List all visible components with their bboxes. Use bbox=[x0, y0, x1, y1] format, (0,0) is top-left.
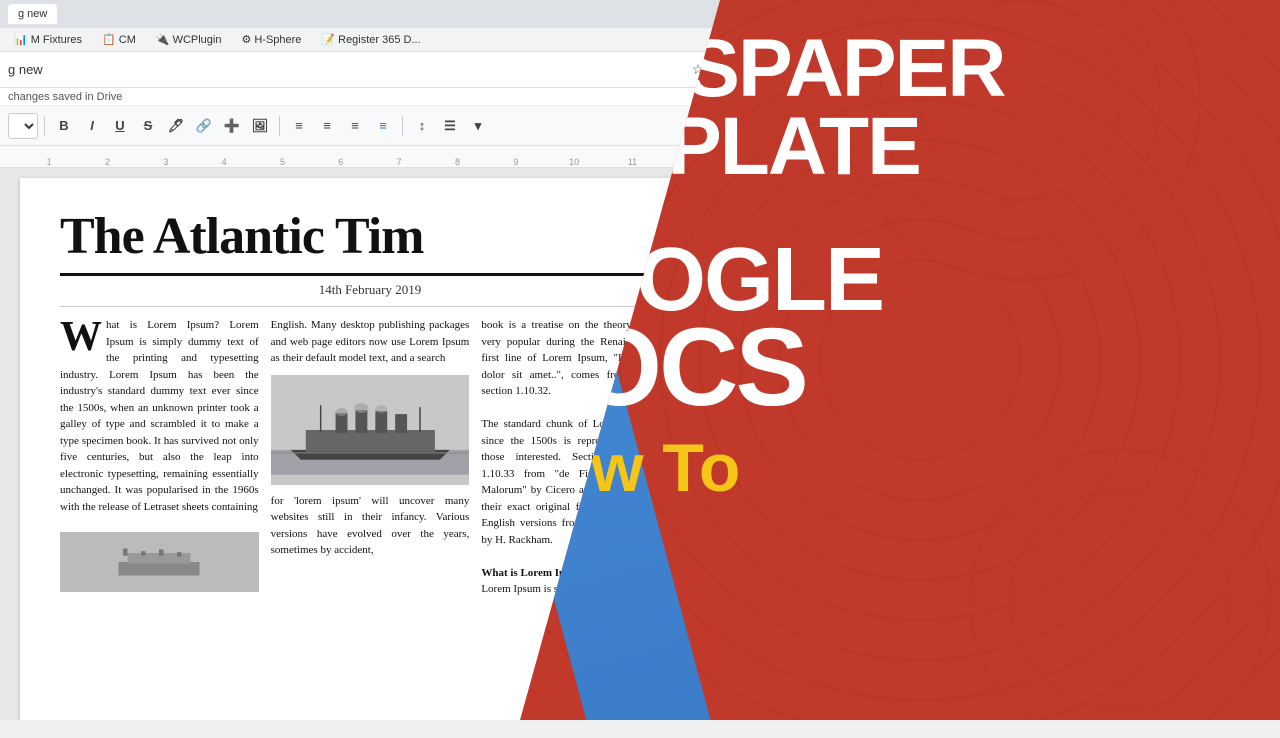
font-select[interactable] bbox=[8, 113, 38, 139]
bookmark-icon: 📊 bbox=[14, 33, 28, 46]
strikethrough-button[interactable]: S bbox=[135, 113, 161, 139]
bold-button[interactable]: B bbox=[51, 113, 77, 139]
column-1: What is Lorem Ipsum? Lorem Ipsum is simp… bbox=[60, 317, 259, 598]
underline-button[interactable]: U bbox=[107, 113, 133, 139]
bookmark-hsphere[interactable]: ⚙ H-Sphere bbox=[235, 31, 307, 48]
chevron-down-icon[interactable]: ▾ bbox=[465, 113, 491, 139]
docs-title-bar: g new ☆ 📁 bbox=[0, 52, 740, 88]
insert-button[interactable]: ➕ bbox=[219, 113, 245, 139]
align-left-button[interactable]: ≡ bbox=[286, 113, 312, 139]
ruler-numbers: 1 2 3 4 5 6 7 8 9 10 11 12 bbox=[20, 157, 720, 167]
align-right-button[interactable]: ≡ bbox=[342, 113, 368, 139]
bookmark-icon: ⚙ bbox=[241, 33, 251, 46]
bookmark-bar: 📊 M Fixtures 📋 CM 🔌 WCPlugin ⚙ H-Sphere … bbox=[0, 28, 740, 52]
bookmark-icon: 🔌 bbox=[156, 33, 170, 46]
highlight-button[interactable]: 🖊 bbox=[163, 113, 189, 139]
col2-bottom-text: for 'lorem ipsum' will uncover many webs… bbox=[271, 495, 470, 557]
newspaper-date: 14th February 2019 bbox=[60, 282, 680, 307]
bookmark-register365[interactable]: 📝 Register 365 D... bbox=[315, 31, 426, 48]
browser-tab[interactable]: g new bbox=[8, 4, 57, 24]
doc-title[interactable]: g new bbox=[8, 62, 684, 77]
column-2: English. Many desktop publishing package… bbox=[271, 317, 470, 598]
bookmark-icon: 📝 bbox=[321, 33, 335, 46]
ruler: 1 2 3 4 5 6 7 8 9 10 11 12 bbox=[0, 146, 740, 168]
align-center-button[interactable]: ≡ bbox=[314, 113, 340, 139]
image-button[interactable]: 🖼 bbox=[247, 113, 273, 139]
ship-image bbox=[271, 375, 470, 485]
bookmark-cm[interactable]: 📋 CM bbox=[96, 31, 142, 48]
format-toolbar: B I U S 🖊 🔗 ➕ 🖼 ≡ ≡ ≡ ≡ ↕ ☰ ▾ bbox=[0, 106, 740, 146]
browser-tab-bar: g new bbox=[0, 0, 740, 28]
link-button[interactable]: 🔗 bbox=[191, 113, 217, 139]
col2-top-text: English. Many desktop publishing package… bbox=[271, 319, 470, 364]
bookmark-icon: 📋 bbox=[102, 33, 116, 46]
bookmark-m-fixtures[interactable]: 📊 M Fixtures bbox=[8, 31, 88, 48]
newspaper-title: The Atlantic Tim bbox=[60, 208, 680, 276]
bookmark-wcplugin[interactable]: 🔌 WCPlugin bbox=[150, 31, 228, 48]
line-spacing-button[interactable]: ↕ bbox=[409, 113, 435, 139]
align-justify-button[interactable]: ≡ bbox=[370, 113, 396, 139]
italic-button[interactable]: I bbox=[79, 113, 105, 139]
list-button[interactable]: ☰ bbox=[437, 113, 463, 139]
save-status: changes saved in Drive bbox=[0, 88, 740, 106]
dropcap: W bbox=[60, 317, 106, 355]
